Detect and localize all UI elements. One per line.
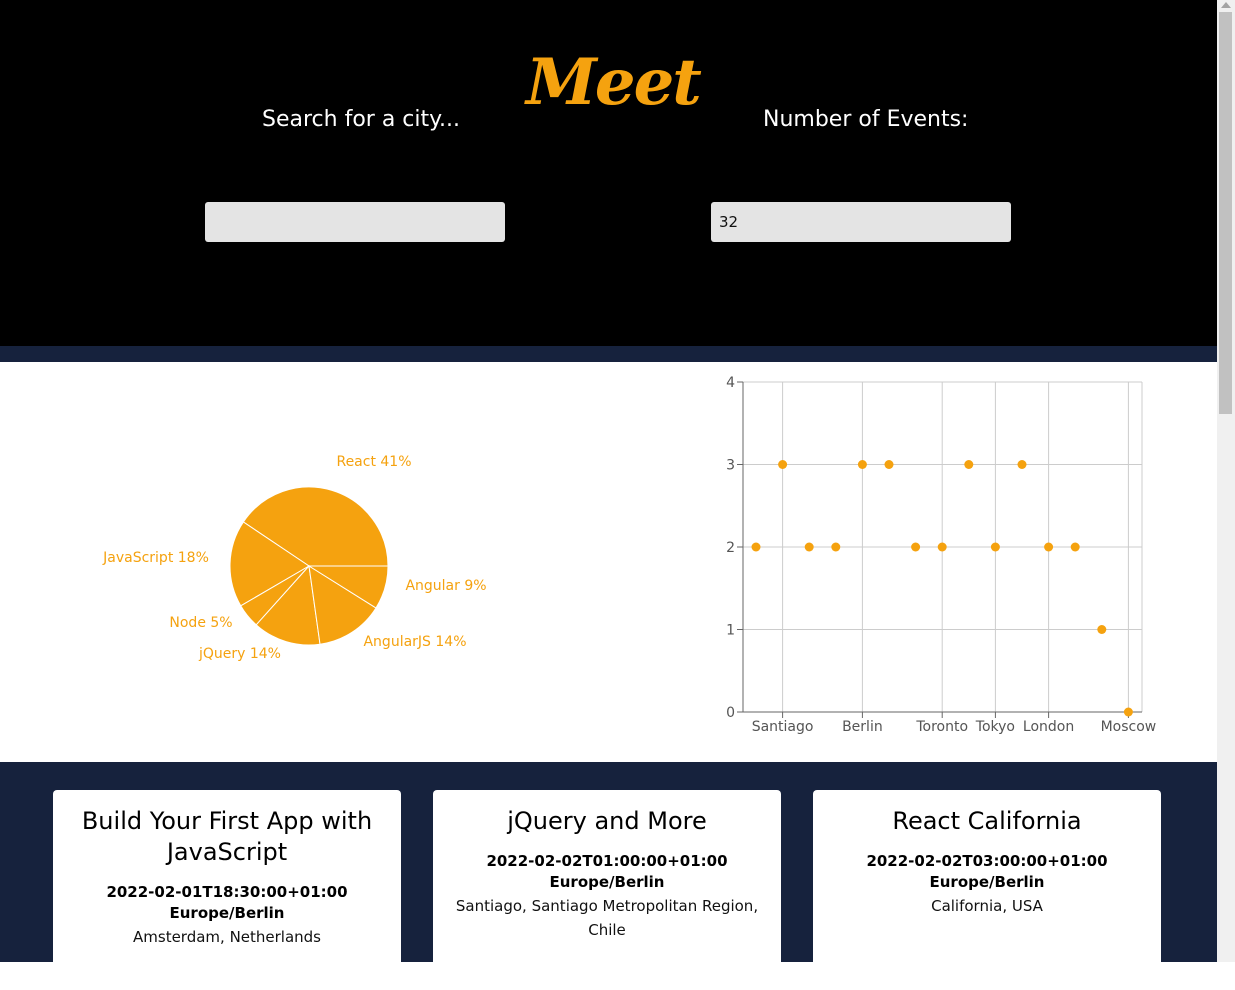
event-location: California, USA (931, 897, 1043, 915)
x-tick-label: Toronto (915, 719, 968, 735)
x-tick-label: Santiago (752, 719, 814, 735)
header-divider-band (0, 346, 1217, 362)
scrollbar-thumb[interactable] (1219, 12, 1232, 414)
x-tick-label: Berlin (842, 719, 883, 735)
event-location: Amsterdam, Netherlands (133, 928, 321, 946)
event-start-time: 2022-02-01T18:30:00+01:00 Europe/Berlin (106, 883, 348, 922)
y-tick-label: 4 (726, 375, 735, 391)
scatter-point[interactable] (990, 542, 1000, 552)
scatter-point[interactable] (804, 542, 814, 552)
scatter-point[interactable] (751, 542, 761, 552)
number-of-events-label: Number of Events: (763, 107, 969, 132)
scatter-point[interactable] (778, 460, 788, 469)
event-card[interactable]: Build Your First App with JavaScript 202… (53, 790, 401, 990)
scatter-point[interactable] (937, 542, 947, 552)
event-card[interactable]: React California 2022-02-02T03:00:00+01:… (813, 790, 1161, 990)
scatter-point[interactable] (1044, 542, 1054, 552)
y-tick-label: 2 (726, 540, 735, 556)
y-tick-label: 3 (726, 458, 735, 474)
y-tick-label: 1 (726, 623, 735, 639)
scatter-point[interactable] (1017, 460, 1027, 469)
scatter-point[interactable] (911, 542, 921, 552)
event-title: Build Your First App with JavaScript (81, 807, 373, 866)
scatter-point[interactable] (1070, 542, 1080, 552)
events-scatter-chart: 0 1 2 3 4 Santiago Berlin Toronto Tokyo London Mos… (726, 375, 1157, 735)
event-list: Build Your First App with JavaScript 202… (0, 762, 1217, 990)
scatter-point[interactable] (884, 460, 894, 469)
x-tick-label: Tokyo (975, 719, 1015, 735)
charts-section: React 41% JavaScript 18% Node 5% jQuery 14%… (0, 362, 1217, 762)
scroll-up-arrow-icon[interactable] (1221, 2, 1231, 8)
event-card[interactable]: jQuery and More 2022-02-02T01:00:00+01:0… (433, 790, 781, 990)
event-title: React California (892, 807, 1082, 835)
scatter-point[interactable] (1097, 625, 1107, 634)
city-search-input[interactable] (205, 202, 505, 242)
scatter-point[interactable] (1123, 707, 1133, 717)
app-header: Meet Search for a city... Number of Even… (0, 0, 1217, 346)
y-tick-label: 0 (726, 705, 735, 721)
meet-logo: Meet (526, 45, 702, 120)
city-search-label: Search for a city... (262, 107, 460, 132)
scatter-point[interactable] (831, 542, 841, 552)
number-of-events-input[interactable] (711, 202, 1011, 242)
event-location: Santiago, Santiago Metropolitan Region, … (455, 897, 759, 939)
scatter-point[interactable] (857, 460, 867, 469)
scatter-point[interactable] (964, 460, 974, 469)
x-tick-label: Moscow (1101, 719, 1157, 735)
event-title: jQuery and More (507, 807, 707, 835)
x-tick-label: London (1023, 719, 1074, 735)
event-start-time: 2022-02-02T01:00:00+01:00 Europe/Berlin (486, 852, 728, 891)
event-start-time: 2022-02-02T03:00:00+01:00 Europe/Berlin (866, 852, 1108, 891)
